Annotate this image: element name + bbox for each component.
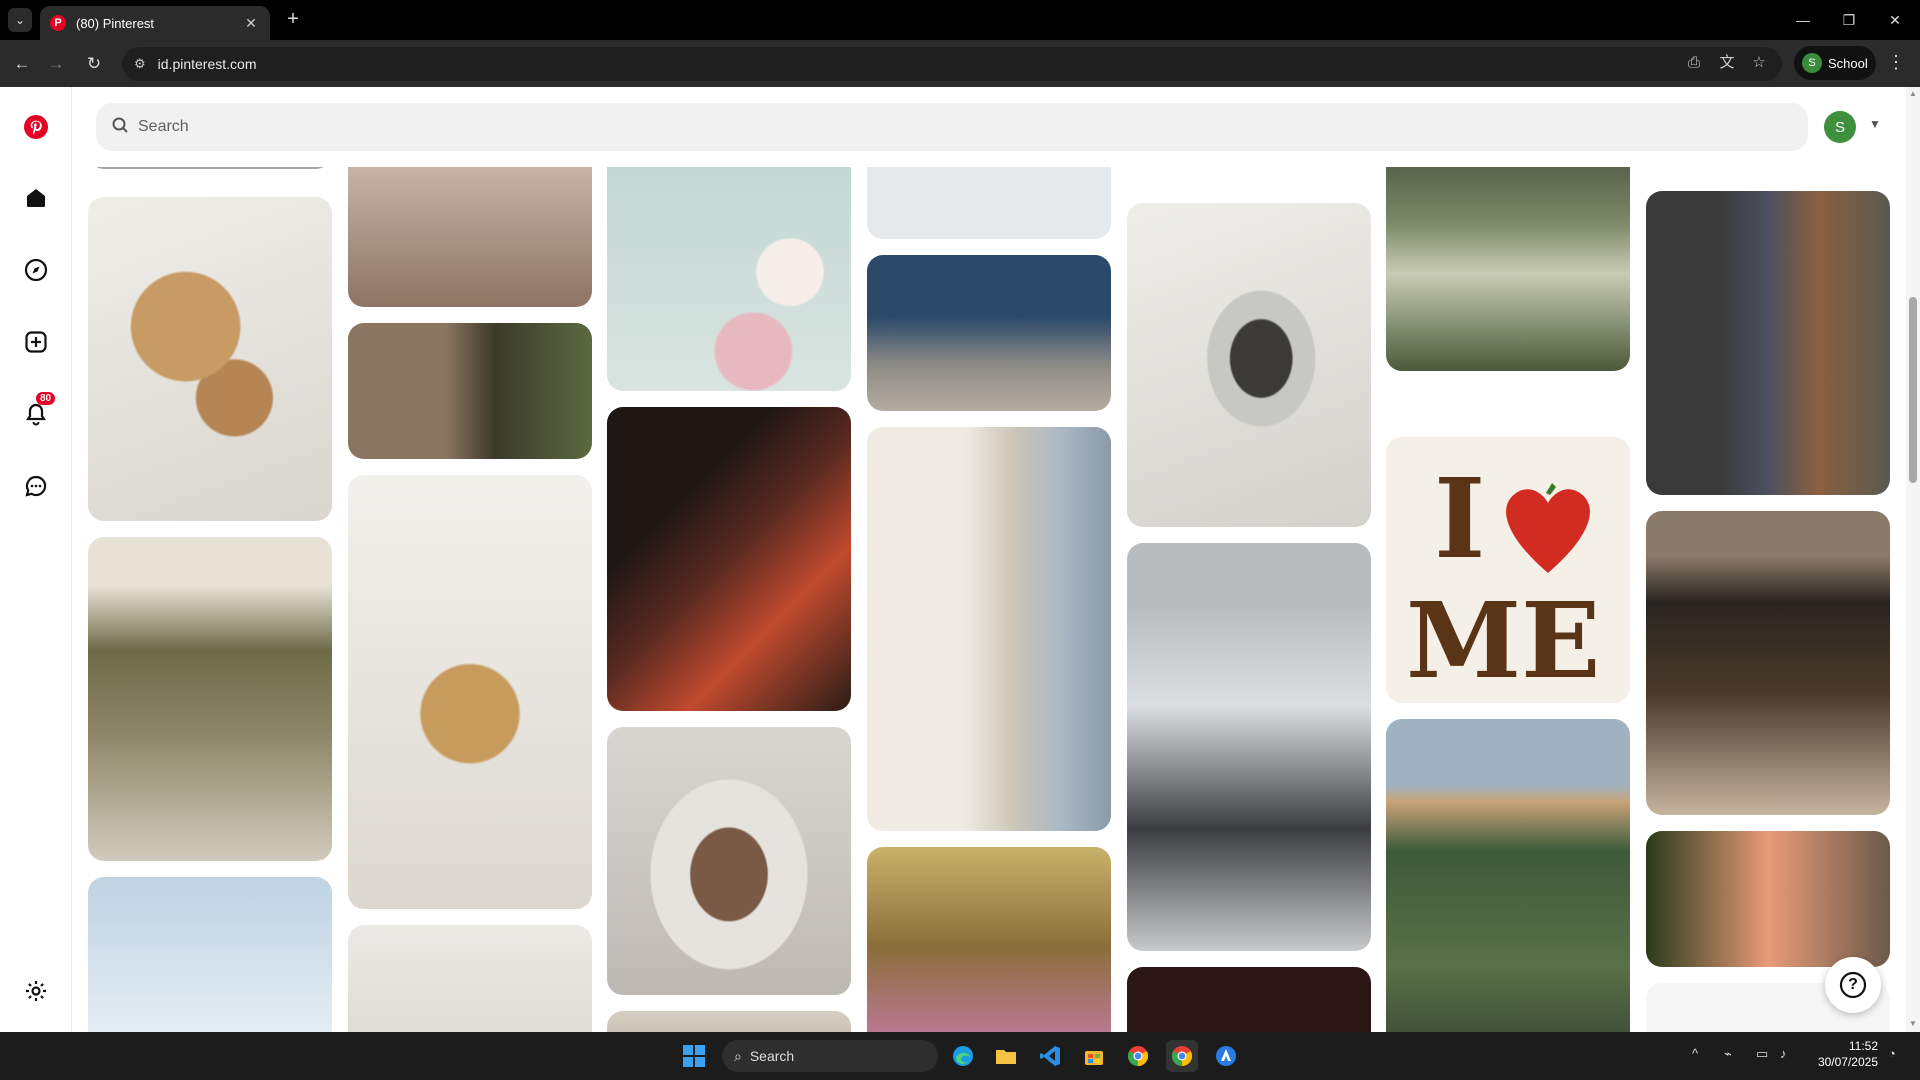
- taskbar-search-box[interactable]: ⌕ Search: [722, 1040, 938, 1072]
- pin-image[interactable]: [1127, 203, 1371, 527]
- browser-menu-icon[interactable]: ⋮: [1886, 52, 1906, 73]
- help-button[interactable]: ?: [1825, 957, 1881, 1013]
- notification-badge: 80: [36, 392, 56, 405]
- pin-image[interactable]: [88, 197, 332, 521]
- profile-avatar: S: [1802, 53, 1822, 73]
- back-arrow-icon[interactable]: ←: [10, 52, 34, 76]
- pin-image[interactable]: [867, 847, 1111, 1032]
- chrome-icon[interactable]: [1122, 1040, 1154, 1072]
- pin-image[interactable]: [348, 475, 592, 909]
- settings-gear-icon[interactable]: [20, 975, 52, 1007]
- browser-tab-pinterest[interactable]: P (80) Pinterest ✕: [40, 6, 270, 40]
- pin-image[interactable]: [88, 537, 332, 861]
- network-icon[interactable]: ⌁: [1724, 1046, 1732, 1062]
- pinterest-page: 80 Search S ▼ I ME ▲ ▼ ?: [0, 87, 1920, 1032]
- vscode-icon[interactable]: [1034, 1040, 1066, 1072]
- new-tab-button[interactable]: +: [282, 9, 304, 31]
- notifications-bell-icon[interactable]: 80: [20, 392, 56, 430]
- pin-image[interactable]: [867, 427, 1111, 831]
- pin-image[interactable]: [1127, 543, 1371, 951]
- site-info-icon[interactable]: ⚙: [134, 56, 146, 72]
- scrollbar-thumb[interactable]: [1909, 297, 1917, 483]
- explore-compass-icon[interactable]: [20, 254, 52, 286]
- pin-image[interactable]: [1646, 511, 1890, 815]
- search-icon: [112, 117, 128, 138]
- app-launcher-icon[interactable]: [1210, 1040, 1242, 1072]
- browser-tab-bar: ⌄ P (80) Pinterest ✕ + — ❐ ✕: [0, 0, 1920, 40]
- forward-arrow-icon[interactable]: →: [44, 52, 68, 76]
- notification-center-icon[interactable]: ◔: [1888, 1046, 1896, 1061]
- taskbar-search-icon: ⌕: [734, 1047, 742, 1064]
- taskbar-clock[interactable]: 11:52 30/07/2025: [1808, 1038, 1878, 1070]
- pin-image[interactable]: [348, 925, 592, 1032]
- scroll-down-arrow-icon[interactable]: ▼: [1908, 1019, 1918, 1028]
- browser-profile-button[interactable]: S School: [1794, 46, 1876, 80]
- search-placeholder: Search: [138, 118, 189, 135]
- pin-image[interactable]: [607, 1011, 851, 1032]
- profile-name: School: [1828, 55, 1868, 71]
- sidebar-nav: 80: [0, 87, 72, 1032]
- user-avatar[interactable]: S: [1824, 111, 1856, 143]
- pin-image[interactable]: [1646, 191, 1890, 495]
- bookmark-star-icon[interactable]: ☆: [1748, 52, 1770, 74]
- svg-text:I: I: [1434, 454, 1485, 583]
- pinterest-favicon-icon: P: [50, 15, 66, 31]
- svg-text:ME: ME: [1406, 579, 1600, 702]
- install-app-icon[interactable]: ⎙: [1683, 52, 1705, 74]
- chrome-profile-icon[interactable]: [1166, 1040, 1198, 1072]
- tray-expand-chevron-icon[interactable]: ^: [1692, 1046, 1698, 1061]
- pin-image[interactable]: [1386, 719, 1630, 1032]
- clock-date: 30/07/2025: [1817, 1055, 1878, 1069]
- pin-image[interactable]: [348, 323, 592, 459]
- tab-search-chevron-icon[interactable]: ⌄: [8, 8, 32, 32]
- pin-image[interactable]: [1127, 967, 1371, 1032]
- create-plus-icon[interactable]: [20, 326, 52, 358]
- pin-i-heart-me[interactable]: I ME: [1386, 437, 1630, 703]
- clock-time: 11:52: [1848, 1039, 1878, 1053]
- page-scrollbar[interactable]: ▲ ▼: [1906, 87, 1920, 1032]
- pin-image[interactable]: [867, 255, 1111, 411]
- close-window-button[interactable]: ✕: [1872, 8, 1918, 32]
- windows-taskbar: ⌕ Search ^ ⌁ ▭ ♪ 11:52 30/07/2025 ◔: [0, 1032, 1920, 1080]
- reload-icon[interactable]: ↻: [82, 52, 106, 76]
- translate-icon[interactable]: 文: [1716, 52, 1738, 74]
- edge-browser-icon[interactable]: [947, 1040, 979, 1072]
- restore-button[interactable]: ❐: [1826, 8, 1872, 32]
- tab-title: (80) Pinterest: [76, 15, 155, 31]
- top-search-bar: Search S ▼: [73, 87, 1920, 167]
- volume-icon[interactable]: ♪: [1780, 1046, 1787, 1061]
- microsoft-store-icon[interactable]: [1078, 1040, 1110, 1072]
- pin-image[interactable]: [88, 877, 332, 1032]
- home-icon[interactable]: [20, 182, 52, 214]
- pin-image[interactable]: [607, 727, 851, 995]
- pin-image[interactable]: [607, 407, 851, 711]
- windows-start-icon[interactable]: [678, 1040, 710, 1072]
- pin-image[interactable]: [1646, 831, 1890, 967]
- search-input[interactable]: Search: [96, 103, 1808, 151]
- scroll-up-arrow-icon[interactable]: ▲: [1908, 89, 1918, 98]
- browser-toolbar: ← → ↻ ⚙ id.pinterest.com ⎙ 文 ☆ S School …: [0, 40, 1920, 87]
- pinterest-logo-icon[interactable]: [20, 111, 52, 143]
- close-tab-icon[interactable]: ✕: [242, 15, 260, 32]
- taskbar-search-label: Search: [749, 1048, 795, 1064]
- messages-chat-icon[interactable]: [20, 470, 52, 502]
- account-chevron-down-icon[interactable]: ▼: [1865, 117, 1885, 137]
- minimize-button[interactable]: —: [1780, 8, 1826, 32]
- url-text: id.pinterest.com: [157, 56, 257, 72]
- help-question-label: ?: [1848, 976, 1858, 993]
- display-icon[interactable]: ▭: [1756, 1046, 1768, 1062]
- address-bar[interactable]: ⚙ id.pinterest.com: [122, 47, 1782, 81]
- file-explorer-icon[interactable]: [990, 1040, 1022, 1072]
